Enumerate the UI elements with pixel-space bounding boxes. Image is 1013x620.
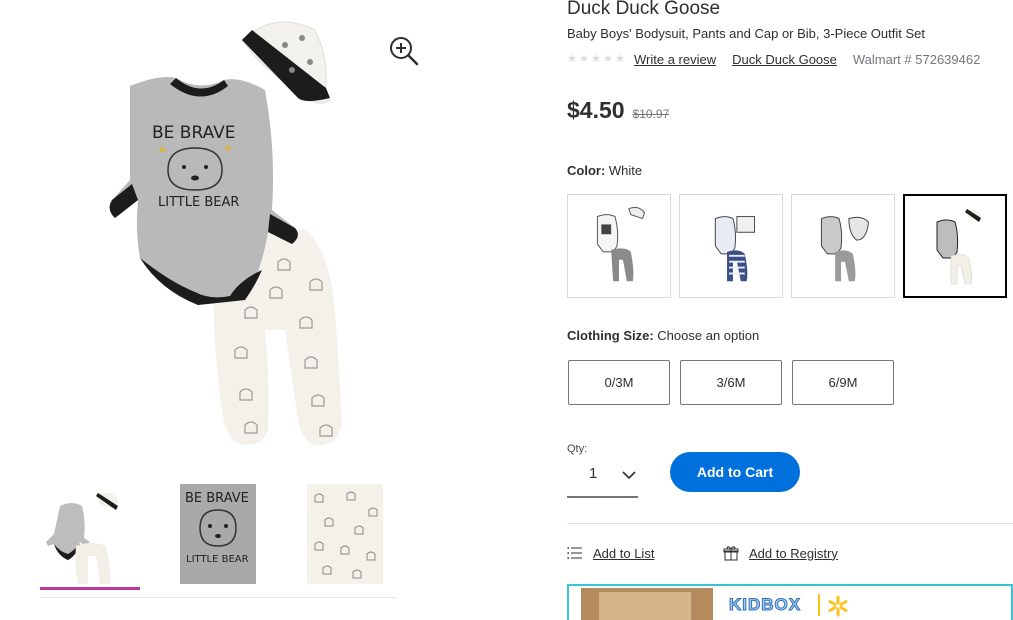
walmart-spark-icon: [828, 595, 848, 617]
quantity-value: 1: [589, 465, 598, 482]
star-icon: ★: [603, 52, 613, 65]
color-label-row: Color: White: [567, 163, 642, 178]
color-swatch-white-selected[interactable]: [903, 194, 1007, 298]
rating-stars: ★ ★ ★ ★ ★: [567, 52, 626, 65]
add-to-list-label[interactable]: Add to List: [593, 546, 654, 561]
zoom-in-icon[interactable]: [388, 35, 420, 67]
product-title: Baby Boys' Bodysuit, Pants and Cap or Bi…: [567, 26, 926, 41]
chevron-down-icon: [622, 471, 636, 480]
product-page: BE BRAVE LITTLE BEAR BE BRAVE LITTLE BEA…: [0, 0, 1013, 620]
size-option-6-9m[interactable]: 6/9M: [792, 360, 894, 405]
closeup-text-top: BE BRAVE: [185, 491, 249, 506]
thumbnail-pants-pattern[interactable]: [295, 484, 395, 588]
kidbox-promo-banner[interactable]: KIDBOX: [567, 584, 1013, 620]
thumbnail-print-closeup[interactable]: BE BRAVE LITTLE BEAR: [168, 484, 268, 588]
thumbnail-full-outfit[interactable]: [40, 484, 140, 590]
color-label: Color:: [567, 163, 606, 178]
product-brand-title: Duck Duck Goose: [567, 0, 721, 19]
star-icon: ★: [615, 52, 625, 65]
star-icon: ★: [579, 52, 589, 65]
star-icon: ★: [567, 52, 577, 65]
outfit-illustration: BE BRAVE LITTLE BEAR: [109, 21, 342, 446]
quantity-label: Qty:: [567, 443, 588, 455]
size-option-3-6m[interactable]: 3/6M: [680, 360, 782, 405]
main-product-image[interactable]: BE BRAVE LITTLE BEAR: [40, 0, 440, 470]
gift-icon: [723, 546, 739, 561]
add-to-list-link[interactable]: Add to List: [567, 545, 654, 561]
size-label: Clothing Size:: [567, 328, 654, 343]
section-divider: [567, 523, 1013, 524]
current-price: $4.50: [567, 97, 625, 123]
star-icon: ★: [591, 52, 601, 65]
add-to-registry-link[interactable]: Add to Registry: [723, 545, 838, 561]
image-thumbnail-strip: BE BRAVE LITTLE BEAR: [40, 478, 396, 598]
thumbnail-selected-indicator: [40, 587, 140, 590]
write-review-link[interactable]: Write a review: [634, 52, 716, 67]
color-swatch-2[interactable]: [679, 194, 783, 298]
color-swatch-3[interactable]: [791, 194, 895, 298]
size-prompt: Choose an option: [657, 328, 760, 343]
product-meta-row: ★ ★ ★ ★ ★ Write a review Duck Duck Goose…: [567, 50, 980, 68]
promo-box-lid: [599, 592, 691, 620]
bodysuit-text-bottom: LITTLE BEAR: [158, 195, 239, 210]
list-icon: [567, 547, 582, 559]
price-row: $4.50 $10.97: [567, 97, 669, 124]
add-to-cart-button[interactable]: Add to Cart: [670, 452, 800, 492]
add-to-registry-label[interactable]: Add to Registry: [749, 546, 838, 561]
was-price: $10.97: [632, 107, 670, 121]
walmart-item-number: Walmart # 572639462: [852, 51, 981, 67]
bodysuit-text-top: BE BRAVE: [152, 123, 236, 143]
quantity-select[interactable]: 1: [567, 456, 638, 498]
kidbox-logo: KIDBOX: [728, 595, 802, 615]
color-selected-value: White: [608, 163, 643, 178]
promo-separator: [818, 594, 820, 616]
size-label-row: Clothing Size: Choose an option: [567, 328, 759, 343]
brand-link[interactable]: Duck Duck Goose: [732, 52, 837, 67]
closeup-text-bottom: LITTLE BEAR: [186, 554, 249, 565]
color-swatch-1[interactable]: [567, 194, 671, 298]
size-option-0-3m[interactable]: 0/3M: [568, 360, 670, 405]
